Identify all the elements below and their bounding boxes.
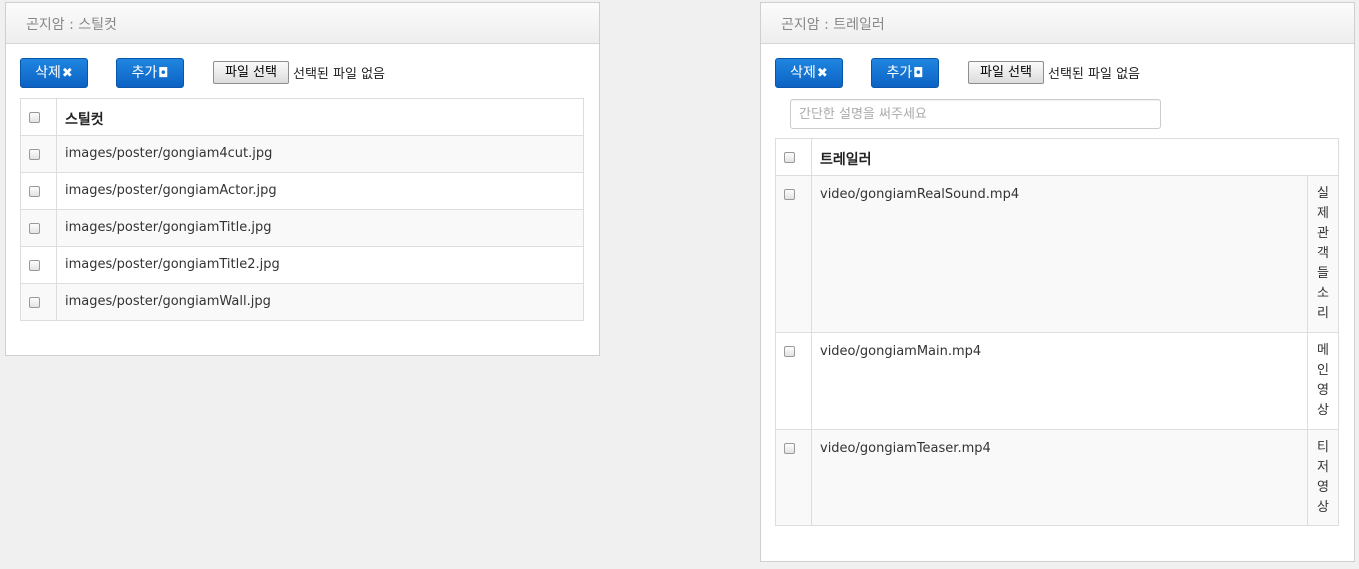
table-row: images/poster/gongiamTitle.jpg	[20, 209, 584, 247]
row-checkbox[interactable]	[784, 189, 795, 200]
sticker-table: 스틸컷 images/poster/gongiam4cut.jpg images…	[20, 98, 584, 321]
delete-button[interactable]: 삭제✖	[775, 58, 843, 88]
file-path: video/gongiamMain.mp4	[820, 344, 982, 359]
table-row: images/poster/gongiamWall.jpg	[20, 283, 584, 321]
description-input[interactable]	[790, 99, 1161, 129]
times-icon: ✖	[816, 66, 828, 81]
delete-label: 삭제	[35, 65, 61, 81]
trailer-table: 트레일러 video/gongiamRealSound.mp4 실제관객들소리 …	[775, 138, 1339, 526]
inbox-icon: ◘	[158, 66, 169, 81]
row-checkbox[interactable]	[29, 297, 40, 308]
row-checkbox[interactable]	[29, 223, 40, 234]
row-checkbox[interactable]	[29, 260, 40, 271]
panel-title: 곤지암 : 스틸컷	[6, 3, 599, 44]
row-description: 티저영상	[1317, 440, 1329, 515]
select-all-checkbox[interactable]	[29, 112, 40, 123]
row-description: 메인영상	[1317, 343, 1329, 418]
trailer-panel: 곤지암 : 트레일러 삭제✖ 추가◘ 파일 선택 선택된 파일 없음 트레일러 …	[760, 2, 1355, 562]
panel-title: 곤지암 : 트레일러	[761, 3, 1354, 44]
file-path: video/gongiamTeaser.mp4	[820, 441, 991, 456]
file-path: images/poster/gongiamWall.jpg	[65, 294, 271, 309]
add-button[interactable]: 추가◘	[116, 58, 184, 88]
file-select-button[interactable]: 파일 선택	[968, 61, 1044, 84]
table-row: images/poster/gongiamTitle2.jpg	[20, 246, 584, 284]
table-row: images/poster/gongiam4cut.jpg	[20, 135, 584, 173]
file-select-button[interactable]: 파일 선택	[213, 61, 289, 84]
inbox-icon: ◘	[913, 66, 924, 81]
times-icon: ✖	[61, 66, 73, 81]
row-checkbox[interactable]	[29, 186, 40, 197]
row-checkbox[interactable]	[784, 346, 795, 357]
file-path: images/poster/gongiamTitle2.jpg	[65, 257, 280, 272]
table-row: images/poster/gongiamActor.jpg	[20, 172, 584, 210]
file-path: images/poster/gongiamActor.jpg	[65, 183, 277, 198]
select-all-checkbox[interactable]	[784, 152, 795, 163]
table-header-row: 트레일러	[775, 138, 1339, 176]
table-row: video/gongiamTeaser.mp4 티저영상	[775, 429, 1339, 526]
add-label: 추가	[886, 65, 913, 81]
table-row: video/gongiamMain.mp4 메인영상	[775, 332, 1339, 430]
add-button[interactable]: 추가◘	[871, 58, 939, 88]
file-path: images/poster/gongiam4cut.jpg	[65, 146, 273, 161]
table-row: video/gongiamRealSound.mp4 실제관객들소리	[775, 175, 1339, 333]
sticker-panel: 곤지암 : 스틸컷 삭제✖ 추가◘ 파일 선택 선택된 파일 없음 스틸컷 im…	[5, 2, 600, 356]
file-status: 선택된 파일 없음	[293, 67, 385, 82]
table-header-row: 스틸컷	[20, 98, 584, 136]
row-description: 실제관객들소리	[1317, 186, 1329, 321]
column-header: 스틸컷	[65, 112, 104, 128]
column-header: 트레일러	[820, 152, 872, 168]
add-label: 추가	[131, 65, 158, 81]
delete-button[interactable]: 삭제✖	[20, 58, 88, 88]
row-checkbox[interactable]	[784, 443, 795, 454]
delete-label: 삭제	[790, 65, 816, 81]
row-checkbox[interactable]	[29, 149, 40, 160]
file-path: images/poster/gongiamTitle.jpg	[65, 220, 272, 235]
file-path: video/gongiamRealSound.mp4	[820, 187, 1020, 202]
file-status: 선택된 파일 없음	[1048, 67, 1140, 82]
